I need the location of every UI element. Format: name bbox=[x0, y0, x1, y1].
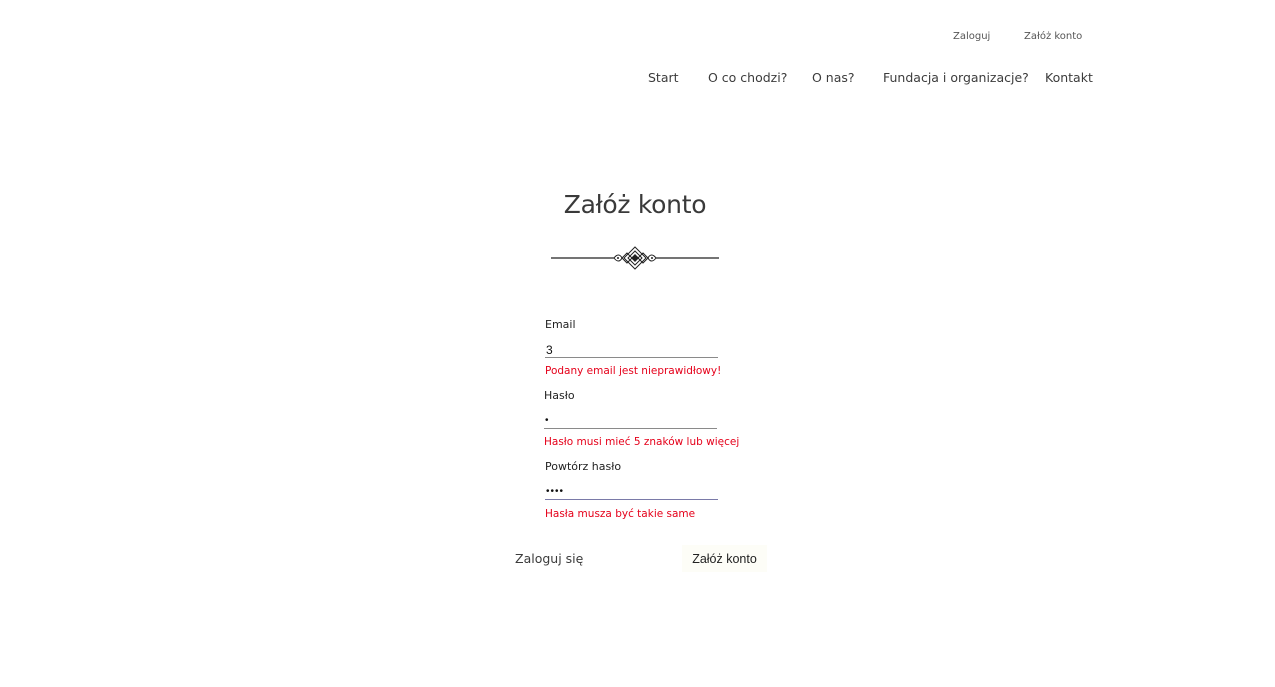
nav-item-contact[interactable]: Kontakt bbox=[1045, 70, 1093, 85]
email-error: Podany email jest nieprawidłowy! bbox=[545, 365, 722, 377]
password-error: Hasło musi mieć 5 znaków lub więcej bbox=[544, 436, 740, 448]
repeat-password-label: Powtórz hasło bbox=[545, 460, 622, 473]
top-links: Zaloguj Załóż konto bbox=[0, 31, 1275, 45]
top-register-link[interactable]: Załóż konto bbox=[1024, 31, 1082, 42]
email-label: Email bbox=[545, 318, 576, 331]
main-nav: Start O co chodzi? O nas? Fundacja i org… bbox=[0, 70, 1275, 88]
login-link[interactable]: Zaloguj się bbox=[515, 551, 583, 566]
nav-item-foundation[interactable]: Fundacja i organizacje? bbox=[883, 70, 1029, 85]
ornamental-divider-icon bbox=[551, 246, 719, 270]
email-field[interactable] bbox=[545, 342, 718, 358]
nav-item-about[interactable]: O nas? bbox=[812, 70, 855, 85]
nav-item-what[interactable]: O co chodzi? bbox=[708, 70, 787, 85]
page-title: Załóż konto bbox=[563, 190, 707, 219]
nav-item-start[interactable]: Start bbox=[648, 70, 679, 85]
top-login-link[interactable]: Zaloguj bbox=[953, 31, 990, 42]
register-button[interactable]: Załóż konto bbox=[682, 545, 767, 572]
repeat-password-error: Hasła musza być takie same bbox=[545, 508, 696, 520]
repeat-password-field[interactable] bbox=[545, 484, 718, 500]
password-label: Hasło bbox=[544, 389, 575, 402]
password-field[interactable] bbox=[544, 413, 717, 429]
